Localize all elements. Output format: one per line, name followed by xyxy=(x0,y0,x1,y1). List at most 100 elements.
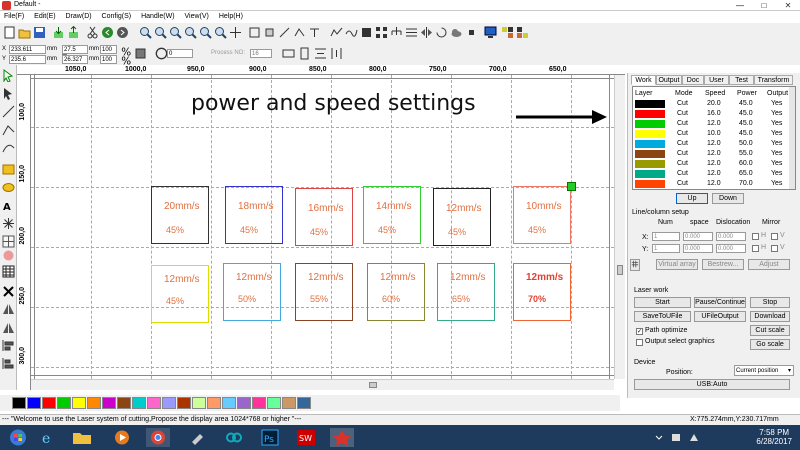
layer-scrollbar[interactable] xyxy=(789,87,795,189)
align-bottom-icon[interactable] xyxy=(308,26,321,39)
y-position-field[interactable]: 235.6 xyxy=(9,55,46,64)
text-tool-icon[interactable]: A xyxy=(2,199,15,212)
zoom-page-icon[interactable] xyxy=(184,26,197,39)
test-square[interactable]: 16mm/s 45% xyxy=(295,188,353,246)
align-tool-icon[interactable] xyxy=(2,339,15,352)
zoom-fit-icon[interactable] xyxy=(169,26,182,39)
tab-work[interactable]: Work xyxy=(631,75,656,85)
palette-swatch[interactable] xyxy=(87,397,101,409)
align-h-icon[interactable] xyxy=(314,47,327,60)
tab-output[interactable]: Output xyxy=(656,75,682,85)
path-optimize-checkbox[interactable]: ✓ xyxy=(636,328,643,335)
process-no-field[interactable]: 16 xyxy=(250,49,272,58)
import-icon[interactable] xyxy=(52,26,65,39)
export-icon[interactable] xyxy=(67,26,80,39)
chrome-icon[interactable] xyxy=(146,428,170,447)
folder-icon[interactable] xyxy=(70,428,94,447)
output-select-checkbox[interactable] xyxy=(636,339,643,346)
palette-swatch[interactable] xyxy=(177,397,191,409)
node-edit-icon[interactable] xyxy=(2,87,15,100)
test-square[interactable]: 12mm/s 65% xyxy=(437,263,495,321)
array-y-dislocation[interactable]: 0.000 xyxy=(716,244,746,253)
zoom-in-icon[interactable] xyxy=(139,26,152,39)
palette-swatch[interactable] xyxy=(297,397,311,409)
palette-swatch[interactable] xyxy=(102,397,116,409)
vertical-scrollbar[interactable] xyxy=(614,75,625,379)
node-icon[interactable] xyxy=(465,26,478,39)
tab-user[interactable]: User xyxy=(704,75,729,85)
mirror-h-tool-icon[interactable] xyxy=(2,303,15,316)
mirror-v-tool-icon[interactable] xyxy=(2,321,15,334)
palette-swatch[interactable] xyxy=(237,397,251,409)
adjust-button[interactable]: Adjust xyxy=(748,259,790,270)
x-position-field[interactable]: 233.611 xyxy=(9,45,46,54)
mirror-v-checkbox-y[interactable] xyxy=(771,245,778,252)
dot-tool-icon[interactable] xyxy=(2,217,15,230)
layer-row[interactable]: Cut 12.0 70.0 Yes xyxy=(633,179,789,189)
horizontal-scrollbar[interactable] xyxy=(31,379,614,390)
zoom-out-icon[interactable] xyxy=(154,26,167,39)
rotate-icon[interactable] xyxy=(435,26,448,39)
arduino-icon[interactable] xyxy=(222,428,246,447)
layer-row[interactable]: Cut 10.0 45.0 Yes xyxy=(633,129,789,139)
laser-pattern-icon[interactable] xyxy=(501,26,514,39)
tab-transform[interactable]: Transform xyxy=(754,75,793,85)
menu-edit[interactable]: Edit(E) xyxy=(30,11,59,23)
menu-draw[interactable]: Draw(D) xyxy=(62,11,96,23)
bestrew-button[interactable]: Bestrew... xyxy=(702,259,744,270)
palette-swatch[interactable] xyxy=(162,397,176,409)
maximize-button[interactable]: □ xyxy=(752,0,776,11)
palette-swatch[interactable] xyxy=(27,397,41,409)
align-left-icon[interactable] xyxy=(248,26,261,39)
solidworks-icon[interactable]: SW xyxy=(294,428,318,447)
rectangle-tool-icon[interactable] xyxy=(2,163,15,176)
test-square[interactable]: 12mm/s 45% xyxy=(433,188,491,246)
menu-view[interactable]: View(V) xyxy=(180,11,212,23)
test-square[interactable]: 12mm/s 55% xyxy=(295,263,353,321)
ie-icon[interactable]: e xyxy=(36,428,60,447)
curve-icon[interactable] xyxy=(330,26,343,39)
pause-continue-button[interactable]: Pause/Continue xyxy=(694,297,746,308)
stop-button[interactable]: Stop xyxy=(750,297,790,308)
delete-tool-icon[interactable] xyxy=(2,285,15,298)
monitor-icon[interactable] xyxy=(484,26,497,39)
drawing-canvas[interactable]: power and speed settings 20mm/s 45% 18mm/s… xyxy=(31,75,614,379)
save-icon[interactable] xyxy=(33,26,46,39)
select-arrow-icon[interactable] xyxy=(2,69,15,82)
width-scale-field[interactable]: 100 xyxy=(100,45,117,54)
tab-doc[interactable]: Doc xyxy=(682,75,704,85)
palette-swatch[interactable] xyxy=(222,397,236,409)
scale-apply-icon[interactable] xyxy=(134,47,147,60)
test-square[interactable]: 14mm/s 45% xyxy=(363,186,421,244)
test-square[interactable]: 12mm/s 60% xyxy=(367,263,425,321)
zoom-select-icon[interactable] xyxy=(199,26,212,39)
undo-icon[interactable] xyxy=(101,26,114,39)
curve-tool-icon[interactable] xyxy=(2,141,15,154)
tree-icon[interactable] xyxy=(390,26,403,39)
test-square[interactable]: 20mm/s 45% xyxy=(151,186,209,244)
palette-swatch[interactable] xyxy=(147,397,161,409)
layer-row[interactable]: Cut 12.0 65.0 Yes xyxy=(633,169,789,179)
array-y-space[interactable]: 0.000 xyxy=(683,244,713,253)
grid-array-icon[interactable] xyxy=(375,26,388,39)
width-field[interactable]: 27.5 xyxy=(62,45,88,54)
ellipse-tool-icon[interactable] xyxy=(2,181,15,194)
palette-swatch[interactable] xyxy=(132,397,146,409)
layer-up-button[interactable]: Up xyxy=(676,193,708,204)
smooth-icon[interactable] xyxy=(345,26,358,39)
align-top-icon[interactable] xyxy=(293,26,306,39)
palette-swatch[interactable] xyxy=(12,397,26,409)
height-field[interactable]: 26.327 xyxy=(62,55,88,64)
align-center-icon[interactable] xyxy=(263,26,276,39)
save-to-ufile-button[interactable]: SaveToUFile xyxy=(634,311,691,322)
menu-handle[interactable]: Handle(W) xyxy=(137,11,178,23)
windows-start-icon[interactable] xyxy=(6,428,30,447)
cloud-icon[interactable] xyxy=(450,26,463,39)
align-v-icon[interactable] xyxy=(330,47,343,60)
start-button[interactable]: Start xyxy=(634,297,691,308)
arrange-tool-icon[interactable] xyxy=(2,357,15,370)
palette-swatch[interactable] xyxy=(72,397,86,409)
cut-scale-button[interactable]: Cut scale xyxy=(750,325,790,336)
new-file-icon[interactable] xyxy=(3,26,16,39)
menu-file[interactable]: File(F) xyxy=(0,11,28,23)
